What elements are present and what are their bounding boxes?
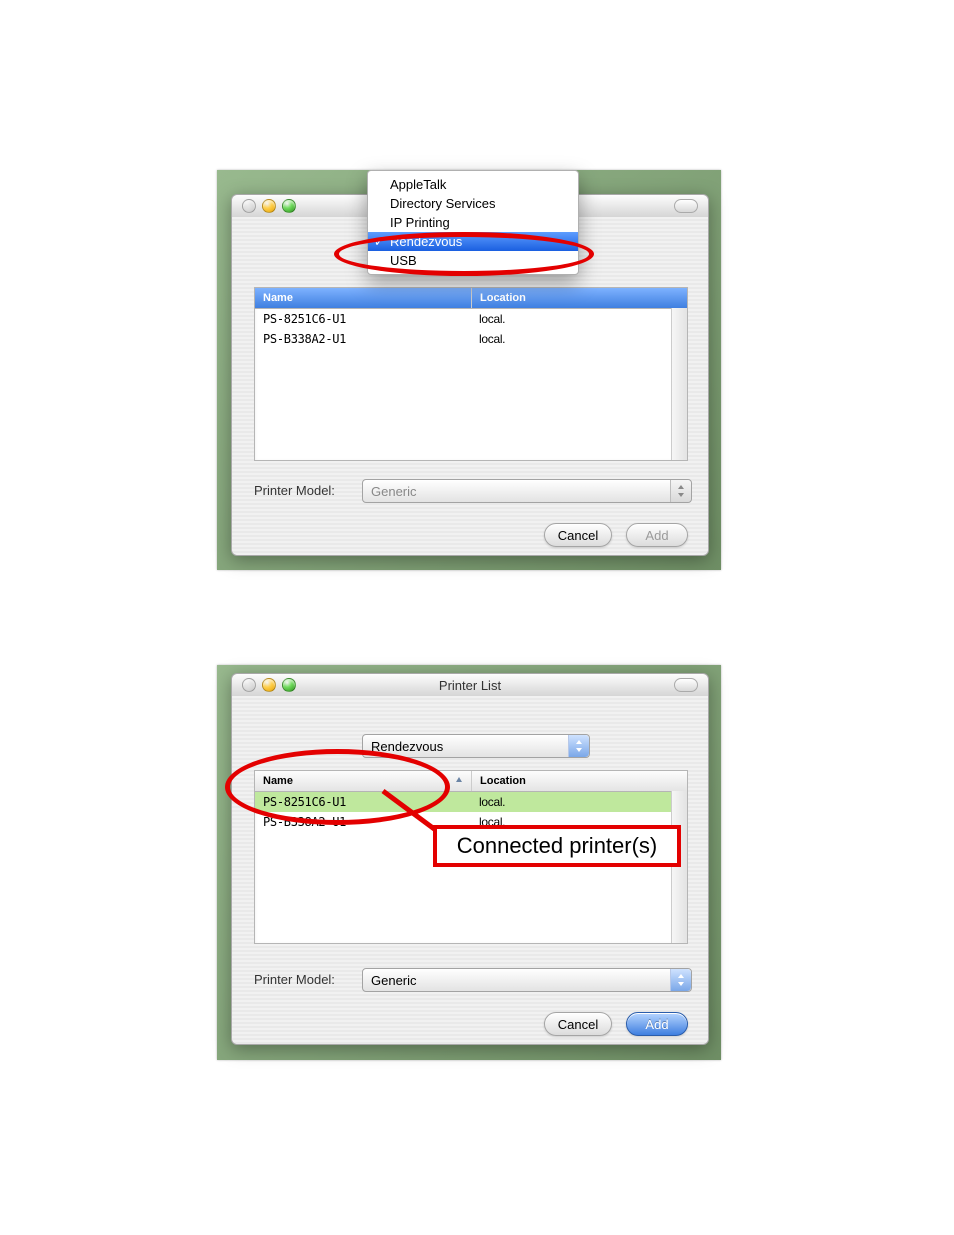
window-minimize-button[interactable]	[262, 199, 276, 213]
cell-name: PS-8251C6-U1	[255, 312, 471, 326]
window-titlebar[interactable]: Printer List	[232, 674, 708, 697]
table-scrollbar[interactable]	[671, 308, 687, 460]
connection-dropdown-menu: AppleTalk Directory Services IP Printing…	[367, 170, 579, 275]
table-scrollbar[interactable]	[671, 791, 687, 943]
window-title: Printer List	[232, 678, 708, 693]
window-close-button[interactable]	[242, 199, 256, 213]
popup-arrows-icon	[568, 735, 589, 757]
table-header: Name Location	[255, 771, 687, 792]
table-row[interactable]: PS-B338A2-U1 local.	[255, 329, 687, 349]
window-close-button[interactable]	[242, 678, 256, 692]
table-header: Name Location	[255, 288, 687, 309]
window-zoom-button[interactable]	[282, 678, 296, 692]
column-location[interactable]: Location	[472, 771, 687, 791]
screenshot-top: Name Location PS-8251C6-U1 local. PS-B33…	[217, 170, 721, 570]
checkmark-icon: ✓	[374, 235, 384, 249]
connection-popup[interactable]: Rendezvous	[362, 734, 590, 758]
screenshot-bottom: Printer List Rendezvous Name Location	[217, 665, 721, 1060]
cell-name: PS-B338A2-U1	[255, 332, 471, 346]
annotation-text: Connected printer(s)	[457, 833, 658, 859]
add-button[interactable]: Add	[626, 523, 688, 547]
menu-item-ip-printing[interactable]: IP Printing	[368, 213, 578, 232]
add-label: Add	[645, 528, 668, 543]
printer-model-popup[interactable]: Generic	[362, 968, 692, 992]
toolbar-toggle-button[interactable]	[674, 678, 698, 692]
add-button[interactable]: Add	[626, 1012, 688, 1036]
cancel-button[interactable]: Cancel	[544, 1012, 612, 1036]
menu-item-usb[interactable]: USB	[368, 251, 578, 270]
cancel-label: Cancel	[558, 528, 598, 543]
cancel-button[interactable]: Cancel	[544, 523, 612, 547]
menu-item-directory-services[interactable]: Directory Services	[368, 194, 578, 213]
table-row[interactable]: PS-8251C6-U1 local.	[255, 792, 687, 812]
printer-model-label: Printer Model:	[254, 483, 335, 498]
toolbar-toggle-button[interactable]	[674, 199, 698, 213]
window-minimize-button[interactable]	[262, 678, 276, 692]
printer-model-label: Printer Model:	[254, 972, 335, 987]
add-label: Add	[645, 1017, 668, 1032]
printer-model-value: Generic	[371, 973, 417, 988]
annotation-callout: Connected printer(s)	[433, 825, 681, 867]
printer-model-popup[interactable]: Generic	[362, 479, 692, 503]
sort-ascending-icon	[455, 775, 463, 787]
cell-location: local.	[471, 332, 687, 346]
window-zoom-button[interactable]	[282, 199, 296, 213]
cell-location: local.	[471, 795, 687, 809]
window-body: Rendezvous Name Location PS-8251C6-U1 lo…	[232, 696, 708, 1044]
cancel-label: Cancel	[558, 1017, 598, 1032]
printer-model-value: Generic	[371, 484, 417, 499]
column-location[interactable]: Location	[472, 288, 687, 308]
column-name[interactable]: Name	[255, 771, 472, 791]
menu-item-appletalk[interactable]: AppleTalk	[368, 175, 578, 194]
cell-name: PS-8251C6-U1	[255, 795, 471, 809]
connection-value: Rendezvous	[371, 739, 443, 754]
popup-arrows-icon	[670, 969, 691, 991]
table-row[interactable]: PS-8251C6-U1 local.	[255, 309, 687, 329]
column-name[interactable]: Name	[255, 288, 472, 308]
cell-location: local.	[471, 312, 687, 326]
menu-item-rendezvous[interactable]: ✓Rendezvous	[368, 232, 578, 251]
printer-table: Name Location PS-8251C6-U1 local. PS-B33…	[254, 287, 688, 461]
popup-arrows-icon	[670, 480, 691, 502]
